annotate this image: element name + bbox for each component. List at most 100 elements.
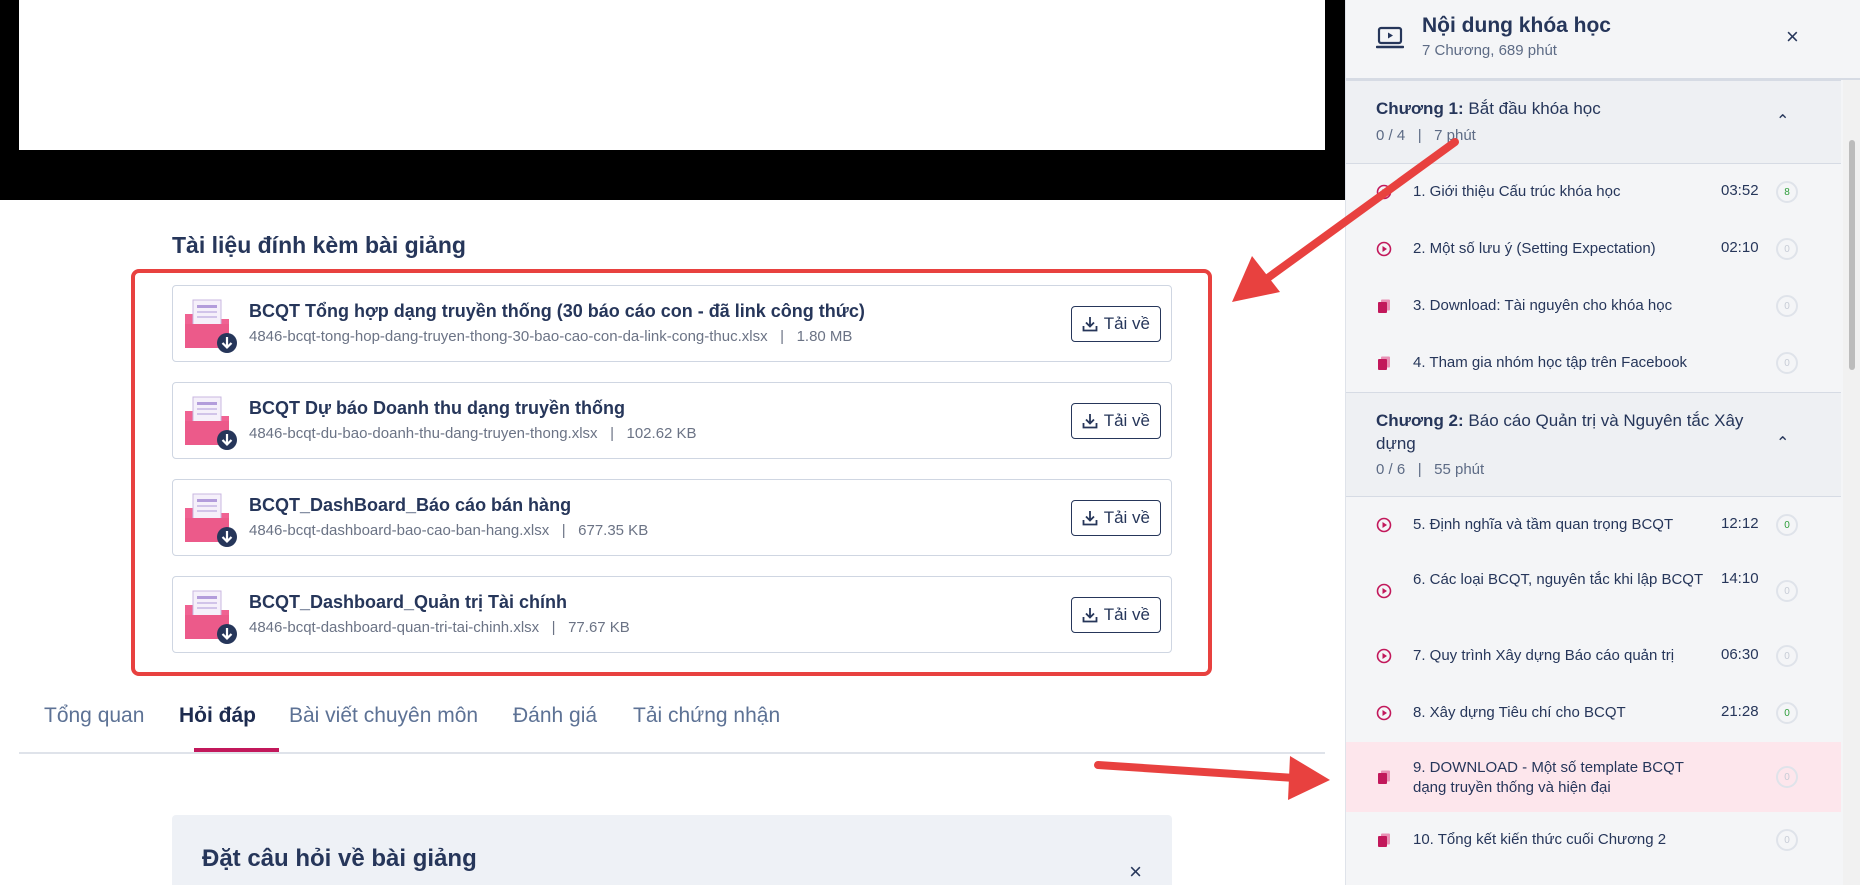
lesson-title: 10. Tổng kết kiến thức cuối Chương 2 <box>1413 831 1667 848</box>
active-tab-indicator <box>194 748 279 752</box>
video-player[interactable] <box>0 0 1345 200</box>
download-button[interactable]: Tải về <box>1070 597 1161 633</box>
attachment-filename: 4846-bcqt-tong-hop-dang-truyen-thong-30-… <box>249 328 768 345</box>
tab-qa[interactable]: Hỏi đáp <box>179 704 256 728</box>
chapter-number: Chương 1: <box>1376 99 1464 118</box>
play-circle-icon <box>1376 517 1392 533</box>
chapter-duration: 55 phút <box>1434 461 1485 478</box>
download-button[interactable]: Tải về <box>1070 500 1161 536</box>
document-icon <box>1376 769 1392 785</box>
lesson-title: 8. Xây dựng Tiêu chí cho BCQT <box>1413 704 1626 721</box>
lesson-title: 7. Quy trình Xây dựng Báo cáo quản trị <box>1413 647 1675 664</box>
download-button[interactable]: Tải về <box>1070 403 1161 439</box>
chapter-title: Chương 1: Bắt đầu khóa học <box>1376 97 1776 120</box>
chapter-name: Bắt đầu khóa học <box>1468 99 1601 118</box>
lesson-item[interactable]: 4. Tham gia nhóm học tập trên Facebook 0 <box>1346 335 1841 392</box>
attachment-meta: 4846-bcqt-tong-hop-dang-truyen-thong-30-… <box>249 328 852 345</box>
play-circle-icon <box>1376 241 1392 257</box>
ask-question-panel: Đặt câu hỏi về bài giảng × <box>172 815 1172 885</box>
lesson-duration: 02:10 <box>1721 239 1759 256</box>
chapter-header[interactable]: Chương 2: Báo cáo Quản trị và Nguyên tắc… <box>1346 392 1841 497</box>
course-outline[interactable]: Chương 1: Bắt đầu khóa học 0 / 4 | 7 phú… <box>1346 80 1841 885</box>
ask-question-title: Đặt câu hỏi về bài giảng <box>202 845 477 872</box>
play-circle-icon <box>1376 184 1392 200</box>
attachment-name[interactable]: BCQT_DashBoard_Báo cáo bán hàng <box>249 495 571 516</box>
tab-overview[interactable]: Tổng quan <box>44 704 144 728</box>
lesson-title: 1. Giới thiệu Cấu trúc khóa học <box>1413 183 1621 200</box>
app-root: Tài liệu đính kèm bài giảng BCQT Tổng hợ… <box>0 0 1860 885</box>
close-icon[interactable]: × <box>1129 859 1142 885</box>
chapter-duration: 7 phút <box>1434 127 1476 144</box>
attachment-card: BCQT Tổng hợp dạng truyền thống (30 báo … <box>172 285 1172 362</box>
attachment-filename: 4846-bcqt-dashboard-quan-tri-tai-chinh.x… <box>249 619 540 636</box>
lesson-item[interactable]: 10. Tổng kết kiến thức cuối Chương 2 0 <box>1346 812 1841 869</box>
attachment-size: 677.35 KB <box>578 522 649 539</box>
attachment-name[interactable]: BCQT Tổng hợp dạng truyền thống (30 báo … <box>249 301 865 322</box>
document-icon <box>1376 355 1392 371</box>
lesson-item[interactable]: 9. DOWNLOAD - Một số template BCQT dạng … <box>1346 742 1841 812</box>
folder-download-icon <box>185 299 237 353</box>
lesson-item[interactable]: 1. Giới thiệu Cấu trúc khóa học 03:52 8 <box>1346 164 1841 221</box>
lesson-title: 6. Các loại BCQT, nguyên tắc khi lập BCQ… <box>1413 571 1704 588</box>
lesson-item[interactable]: 7. Quy trình Xây dựng Báo cáo quản trị 0… <box>1346 628 1841 685</box>
scrollbar-thumb[interactable] <box>1849 140 1855 370</box>
chapter-meta: 0 / 6 | 55 phút <box>1376 461 1484 478</box>
folder-download-icon <box>185 493 237 547</box>
attachment-card: BCQT_Dashboard_Quản trị Tài chính 4846-b… <box>172 576 1172 653</box>
chapter-number: Chương 2: <box>1376 411 1464 430</box>
lesson-item[interactable]: 5. Định nghĩa và tầm quan trọng BCQT 12:… <box>1346 497 1841 554</box>
chevron-up-icon[interactable]: ⌃ <box>1776 111 1789 131</box>
download-icon <box>1082 414 1098 429</box>
download-icon <box>1082 608 1098 623</box>
chevron-up-icon[interactable]: ⌃ <box>1776 433 1789 453</box>
tab-reviews[interactable]: Đánh giá <box>513 704 597 728</box>
attachment-size: 77.67 KB <box>568 619 630 636</box>
meta-separator: | <box>551 619 556 636</box>
lesson-title: 5. Định nghĩa và tầm quan trọng BCQT <box>1413 516 1674 533</box>
progress-ring: 0 <box>1776 829 1798 851</box>
lesson-title: 2. Một số lưu ý (Setting Expectation) <box>1413 240 1656 257</box>
attachment-name[interactable]: BCQT Dự báo Doanh thu dạng truyền thống <box>249 398 625 419</box>
attachment-card: BCQT Dự báo Doanh thu dạng truyền thống … <box>172 382 1172 459</box>
progress-ring: 0 <box>1776 352 1798 374</box>
attachment-meta: 4846-bcqt-dashboard-bao-cao-ban-hang.xls… <box>249 522 648 539</box>
meta-separator: | <box>561 522 566 539</box>
play-circle-icon <box>1376 705 1392 721</box>
meta-separator: | <box>1417 461 1422 478</box>
video-frame <box>19 0 1325 150</box>
attachments-title: Tài liệu đính kèm bài giảng <box>172 232 466 258</box>
lesson-item[interactable]: 6. Các loại BCQT, nguyên tắc khi lập BCQ… <box>1346 554 1841 628</box>
folder-download-icon <box>185 396 237 450</box>
progress-ring: 0 <box>1776 645 1798 667</box>
chapter-progress: 0 / 6 <box>1376 461 1406 478</box>
course-content-sidebar: Nội dung khóa học 7 Chương, 689 phút × C… <box>1345 0 1860 885</box>
progress-ring: 0 <box>1776 295 1798 317</box>
meta-separator: | <box>1417 127 1422 144</box>
progress-ring: 0 <box>1776 514 1798 536</box>
tab-articles[interactable]: Bài viết chuyên môn <box>289 704 478 728</box>
progress-ring: 0 <box>1776 238 1798 260</box>
main-content: Tài liệu đính kèm bài giảng BCQT Tổng hợ… <box>0 0 1345 885</box>
lesson-item[interactable]: 8. Xây dựng Tiêu chí cho BCQT 21:28 0 <box>1346 685 1841 742</box>
download-label: Tải về <box>1103 314 1150 333</box>
lesson-title: 4. Tham gia nhóm học tập trên Facebook <box>1413 354 1688 371</box>
download-button[interactable]: Tải về <box>1070 306 1161 342</box>
chapter-header[interactable]: Chương 1: Bắt đầu khóa học 0 / 4 | 7 phú… <box>1346 80 1841 164</box>
lesson-item[interactable]: 2. Một số lưu ý (Setting Expectation) 02… <box>1346 221 1841 278</box>
sidebar-header: Nội dung khóa học 7 Chương, 689 phút × <box>1346 0 1860 80</box>
download-label: Tải về <box>1103 605 1150 624</box>
document-icon <box>1376 298 1392 314</box>
tab-certificate[interactable]: Tải chứng nhận <box>633 704 780 728</box>
laptop-play-icon <box>1376 26 1404 49</box>
close-icon[interactable]: × <box>1786 24 1799 50</box>
play-circle-icon <box>1376 648 1392 664</box>
progress-ring: 0 <box>1776 580 1798 602</box>
attachment-meta: 4846-bcqt-du-bao-doanh-thu-dang-truyen-t… <box>249 425 697 442</box>
progress-ring: 0 <box>1776 702 1798 724</box>
lesson-item[interactable]: 3. Download: Tài nguyên cho khóa học 0 <box>1346 278 1841 335</box>
attachment-card: BCQT_DashBoard_Báo cáo bán hàng 4846-bcq… <box>172 479 1172 556</box>
sidebar-subtitle: 7 Chương, 689 phút <box>1422 42 1557 59</box>
lesson-duration: 21:28 <box>1721 703 1759 720</box>
chapter-progress: 0 / 4 <box>1376 127 1406 144</box>
attachment-name[interactable]: BCQT_Dashboard_Quản trị Tài chính <box>249 592 567 613</box>
